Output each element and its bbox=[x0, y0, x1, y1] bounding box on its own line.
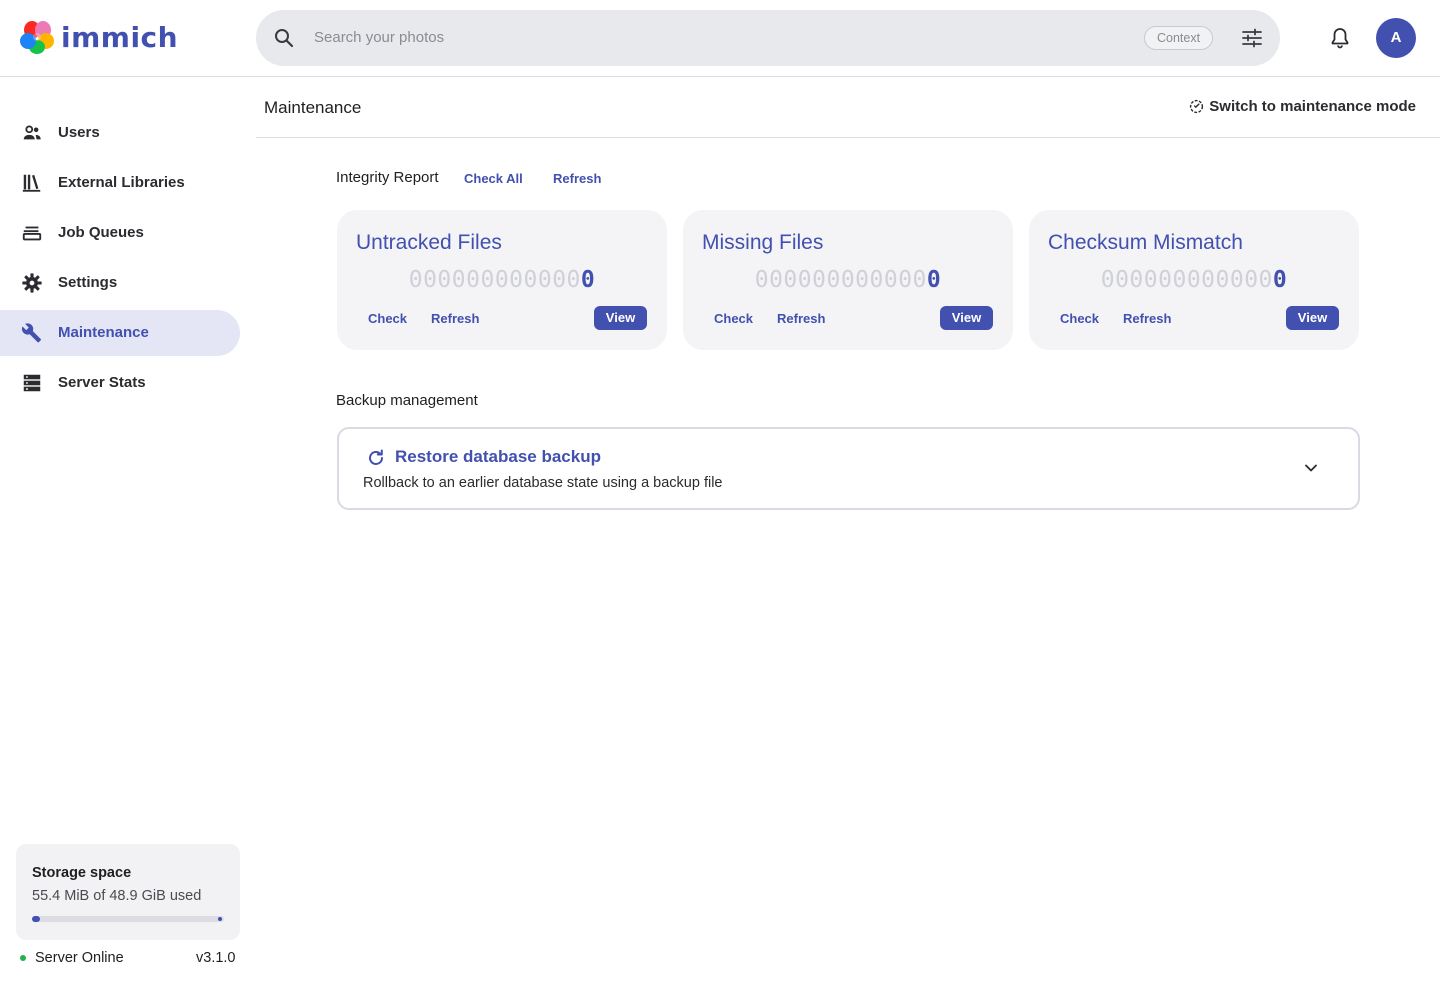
storage-progress-fill bbox=[32, 916, 40, 922]
switch-maintenance-mode-label: Switch to maintenance mode bbox=[1209, 98, 1416, 115]
sidebar-item-label: Server Stats bbox=[58, 374, 146, 391]
top-bar: immich Search your photos Context A bbox=[0, 0, 1440, 77]
app-name: immich bbox=[61, 20, 179, 54]
check-button[interactable]: Check bbox=[714, 311, 753, 326]
sidebar-item-label: Job Queues bbox=[58, 224, 144, 241]
card-count: 0000000000000 bbox=[337, 267, 667, 293]
card-title: Missing Files bbox=[702, 231, 824, 254]
storage-title: Storage space bbox=[32, 865, 132, 881]
card-count: 0000000000000 bbox=[683, 267, 1013, 293]
view-button[interactable]: View bbox=[594, 306, 647, 330]
refresh-all-button[interactable]: Refresh bbox=[553, 171, 601, 186]
storage-used: 55.4 MiB of 48.9 GiB used bbox=[32, 888, 202, 904]
users-icon bbox=[23, 125, 41, 140]
sidebar: Users External Libraries Job Queues Sett… bbox=[0, 77, 256, 1000]
server-status: Server Online bbox=[20, 950, 124, 966]
restore-icon bbox=[369, 449, 383, 465]
count-padding: 000000000000 bbox=[754, 267, 927, 293]
search-icon[interactable] bbox=[272, 26, 296, 50]
refresh-button[interactable]: Refresh bbox=[431, 311, 479, 326]
sidebar-item-maintenance[interactable]: Maintenance bbox=[0, 310, 240, 356]
view-button[interactable]: View bbox=[1286, 306, 1339, 330]
server-status-label: Server Online bbox=[35, 950, 124, 966]
page-title: Maintenance bbox=[264, 98, 362, 117]
sidebar-item-users[interactable]: Users bbox=[0, 110, 240, 156]
sidebar-item-label: Users bbox=[58, 124, 100, 141]
gear-icon bbox=[22, 273, 42, 293]
check-button[interactable]: Check bbox=[368, 311, 407, 326]
restore-backup-title: Restore database backup bbox=[395, 447, 601, 466]
card-count: 0000000000000 bbox=[1029, 267, 1359, 293]
wrench-icon bbox=[21, 323, 41, 343]
version-label[interactable]: v3.1.0 bbox=[196, 950, 236, 966]
maintenance-mode-icon bbox=[1190, 99, 1204, 114]
check-button[interactable]: Check bbox=[1060, 311, 1099, 326]
sidebar-item-server-stats[interactable]: Server Stats bbox=[0, 360, 240, 406]
backup-management-label: Backup management bbox=[336, 392, 478, 409]
page-header: Maintenance Switch to maintenance mode bbox=[256, 77, 1440, 138]
chevron-down-icon[interactable] bbox=[1302, 459, 1320, 477]
count-padding: 000000000000 bbox=[1100, 267, 1273, 293]
context-search-toggle[interactable]: Context bbox=[1144, 26, 1214, 50]
check-all-button[interactable]: Check All bbox=[464, 171, 523, 186]
queue-icon bbox=[22, 226, 42, 241]
bell-icon[interactable] bbox=[1328, 26, 1352, 50]
storage-progress-end bbox=[218, 917, 222, 921]
immich-logo[interactable]: immich bbox=[20, 19, 178, 55]
immich-flower-icon bbox=[20, 21, 54, 54]
card-title: Checksum Mismatch bbox=[1048, 231, 1243, 254]
sidebar-item-settings[interactable]: Settings bbox=[0, 260, 240, 306]
tune-icon[interactable] bbox=[1240, 26, 1264, 50]
switch-maintenance-mode-button[interactable]: Switch to maintenance mode bbox=[1189, 98, 1416, 115]
avatar[interactable]: A bbox=[1376, 18, 1416, 58]
missing-files-card: Missing Files 0000000000000 Check Refres… bbox=[683, 210, 1013, 350]
integrity-report-label: Integrity Report bbox=[336, 169, 439, 186]
server-icon bbox=[23, 374, 41, 392]
untracked-files-card: Untracked Files 0000000000000 Check Refr… bbox=[337, 210, 667, 350]
sidebar-item-label: Settings bbox=[58, 274, 118, 291]
count-value: 0 bbox=[926, 267, 942, 293]
restore-backup-description: Rollback to an earlier database state us… bbox=[363, 475, 723, 491]
checksum-mismatch-card: Checksum Mismatch 0000000000000 Check Re… bbox=[1029, 210, 1359, 350]
search-bar[interactable]: Search your photos Context bbox=[256, 10, 1280, 66]
count-padding: 000000000000 bbox=[408, 267, 581, 293]
storage-panel: Storage space 55.4 MiB of 48.9 GiB used bbox=[16, 844, 240, 940]
sidebar-item-label: Maintenance bbox=[58, 324, 149, 341]
library-icon bbox=[22, 174, 41, 192]
card-title: Untracked Files bbox=[356, 231, 502, 254]
sidebar-item-external-libraries[interactable]: External Libraries bbox=[0, 160, 240, 206]
status-dot bbox=[20, 955, 26, 961]
refresh-button[interactable]: Refresh bbox=[777, 311, 825, 326]
sidebar-item-job-queues[interactable]: Job Queues bbox=[0, 210, 240, 256]
search-input[interactable]: Search your photos bbox=[314, 29, 444, 46]
count-value: 0 bbox=[580, 267, 596, 293]
restore-backup-accordion[interactable]: Restore database backup Rollback to an e… bbox=[337, 427, 1360, 510]
sidebar-item-label: External Libraries bbox=[58, 174, 185, 191]
storage-progress-bar bbox=[32, 916, 224, 922]
refresh-button[interactable]: Refresh bbox=[1123, 311, 1171, 326]
count-value: 0 bbox=[1272, 267, 1288, 293]
view-button[interactable]: View bbox=[940, 306, 993, 330]
